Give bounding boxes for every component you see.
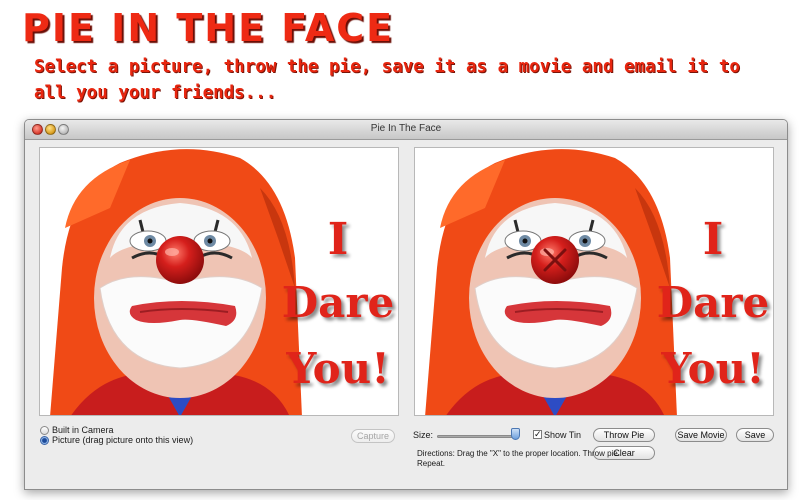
radio-built-in-camera[interactable]: Built in Camera	[40, 425, 114, 435]
show-tin-checkbox[interactable]: ✓	[533, 430, 542, 439]
dare-text-line-2: Dare	[281, 278, 395, 327]
dare-text-line-1: I	[327, 214, 349, 265]
dare-text-line-3: You!	[661, 344, 765, 393]
dare-text-line-3: You!	[286, 344, 390, 393]
target-image-view[interactable]: I Dare You!	[414, 147, 774, 416]
source-image-view[interactable]: I Dare You!	[39, 147, 399, 416]
dare-text-line-1: I	[702, 214, 724, 265]
radio-picture[interactable]: Picture (drag picture onto this view)	[40, 435, 193, 445]
radio-button-selected[interactable]	[40, 435, 49, 445]
size-slider-track[interactable]	[437, 435, 515, 438]
promo-title: PIE IN THE FACE	[22, 6, 395, 50]
title-bar[interactable]: Pie In The Face	[25, 120, 787, 140]
radio-label: Built in Camera	[52, 425, 114, 435]
checkmark-icon: ✓	[534, 429, 542, 439]
show-tin-label: Show Tin	[544, 430, 582, 440]
size-label: Size:	[413, 430, 434, 440]
capture-button[interactable]: Capture	[351, 429, 395, 443]
save-button[interactable]: Save	[736, 428, 774, 442]
throw-pie-button[interactable]: Throw Pie	[593, 428, 655, 442]
app-window: Pie In The Face I Dare You! I Dare You! …	[24, 119, 788, 490]
dare-text-line-2: Dare	[656, 278, 770, 327]
directions-text: Directions: Drag the "X" to the proper l…	[417, 449, 620, 468]
save-movie-button[interactable]: Save Movie	[675, 428, 727, 442]
radio-label: Picture (drag picture onto this view)	[52, 435, 194, 445]
radio-button[interactable]	[40, 425, 49, 435]
size-slider-knob[interactable]	[511, 428, 520, 440]
window-title: Pie In The Face	[370, 123, 442, 134]
promo-subtitle: Select a picture, throw the pie, save it…	[34, 57, 740, 103]
